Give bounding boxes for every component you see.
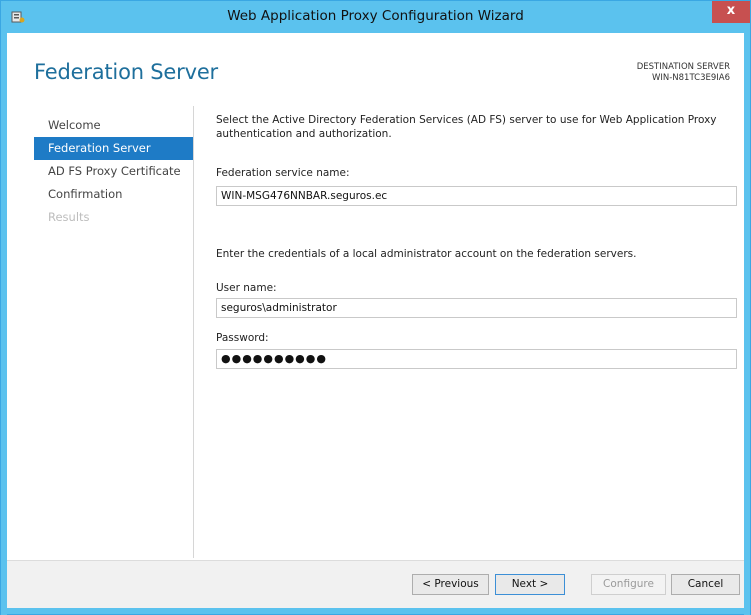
nav-item-confirmation[interactable]: Confirmation <box>34 183 193 206</box>
federation-service-name-input[interactable] <box>216 186 737 206</box>
destination-server-name: WIN-N81TC3E9IA6 <box>651 73 730 83</box>
cancel-button[interactable]: Cancel <box>671 574 740 595</box>
username-input[interactable] <box>216 298 737 318</box>
username-label: User name: <box>216 282 277 294</box>
previous-button[interactable]: < Previous <box>412 574 489 595</box>
credentials-instruction-text: Enter the credentials of a local adminis… <box>216 248 637 260</box>
page-title: Federation Server <box>34 60 218 84</box>
close-button[interactable]: x <box>712 1 750 23</box>
wizard-footer: < Previous Next > Configure Cancel <box>7 560 744 608</box>
next-button[interactable]: Next > <box>495 574 565 595</box>
title-bar[interactable]: Web Application Proxy Configuration Wiza… <box>1 1 750 33</box>
nav-item-federation-server[interactable]: Federation Server <box>34 137 193 160</box>
federation-service-name-label: Federation service name: <box>216 167 350 179</box>
destination-server-label: DESTINATION SERVER <box>636 62 730 72</box>
password-input[interactable]: ●●●●●●●●●● <box>216 349 737 369</box>
nav-item-adfs-proxy-certificate[interactable]: AD FS Proxy Certificate <box>34 160 193 183</box>
window-border-left <box>1 33 7 615</box>
wizard-steps-nav: Welcome Federation Server AD FS Proxy Ce… <box>34 114 193 229</box>
wizard-window: Web Application Proxy Configuration Wiza… <box>0 0 751 615</box>
close-icon: x <box>726 3 736 18</box>
nav-item-results: Results <box>48 210 90 224</box>
window-border-bottom <box>1 608 750 614</box>
intro-text: Select the Active Directory Federation S… <box>216 114 717 140</box>
nav-divider <box>193 106 194 558</box>
window-border-right <box>744 33 750 615</box>
destination-server-info: DESTINATION SERVER WIN-N81TC3E9IA6 <box>637 62 730 84</box>
configure-button: Configure <box>591 574 666 595</box>
window-title: Web Application Proxy Configuration Wiza… <box>227 8 524 24</box>
nav-item-welcome[interactable]: Welcome <box>34 114 193 137</box>
password-label: Password: <box>216 332 269 344</box>
